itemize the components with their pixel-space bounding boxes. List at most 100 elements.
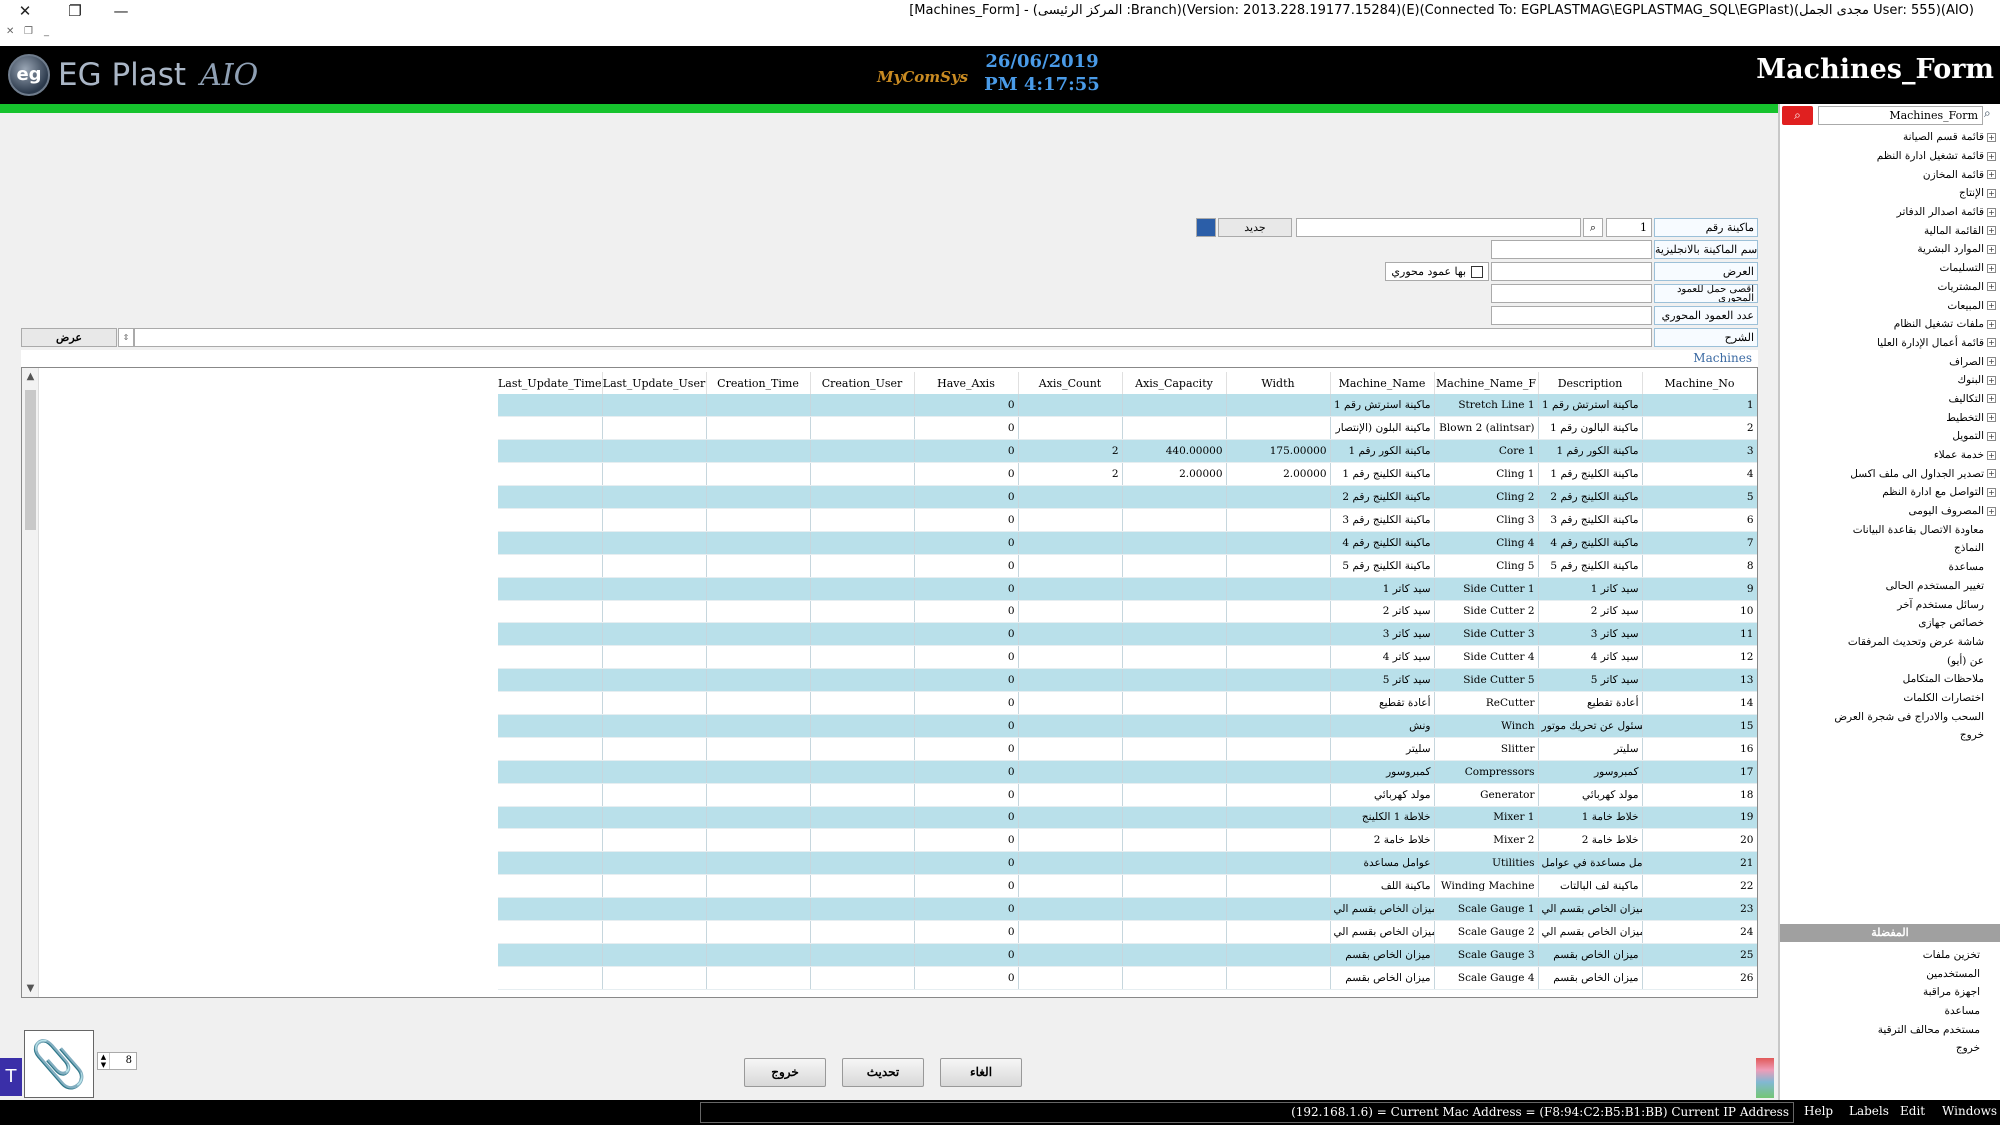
table-cell[interactable] <box>1018 966 1123 990</box>
sidebar-item[interactable]: قائمة قسم الصيانة + <box>1782 128 1996 147</box>
table-cell[interactable] <box>498 783 603 807</box>
table-cell[interactable] <box>498 943 603 967</box>
sidebar-item[interactable]: التمويل + <box>1782 427 1996 446</box>
table-cell[interactable] <box>1018 600 1123 624</box>
table-row[interactable]: 0 عوامل مساعدةUtilitiesعوامل مساعدة في عو… <box>498 851 1757 876</box>
table-cell[interactable] <box>1226 966 1331 990</box>
table-cell[interactable]: خلاط خامة 2 <box>1330 828 1435 853</box>
table-cell[interactable] <box>810 394 915 418</box>
table-cell[interactable]: 2 <box>1018 462 1123 487</box>
table-cell[interactable]: Generator <box>1434 783 1539 807</box>
table-cell[interactable] <box>1122 668 1227 693</box>
table-cell[interactable] <box>1122 577 1227 601</box>
table-cell[interactable] <box>706 714 811 738</box>
table-cell[interactable]: ماكينة الكلينج رقم 5 <box>1538 554 1643 578</box>
table-cell[interactable] <box>602 600 707 624</box>
sidebar-item[interactable]: معاودة الاتصال بقاعدة البيانات <box>1782 520 1996 539</box>
table-cell[interactable] <box>1226 508 1331 532</box>
table-cell[interactable] <box>810 760 915 784</box>
column-header[interactable]: Machine_Name_F <box>1434 372 1539 394</box>
axis-count-input[interactable] <box>1491 306 1652 325</box>
column-header[interactable]: Axis_Count <box>1018 372 1123 394</box>
table-cell[interactable] <box>498 645 603 670</box>
table-cell[interactable]: 0 <box>914 851 1019 876</box>
table-cell[interactable] <box>1122 943 1227 967</box>
table-cell[interactable]: 0 <box>914 577 1019 601</box>
table-cell[interactable] <box>1018 920 1123 944</box>
table-cell[interactable] <box>1122 760 1227 784</box>
table-cell[interactable] <box>498 760 603 784</box>
table-cell[interactable]: Cling 1 <box>1434 462 1539 487</box>
expand-icon[interactable]: + <box>1987 375 1996 385</box>
table-cell[interactable]: 14 <box>1642 691 1757 715</box>
scroll-thumb[interactable] <box>25 390 36 530</box>
table-cell[interactable]: سيد كاتر 1 <box>1538 577 1643 601</box>
table-row[interactable]: 0 2 2.00000 2.00000 ماكينة الكلينج رقم 1 Clin… <box>498 462 1757 487</box>
table-cell[interactable]: 5 <box>1642 485 1757 509</box>
table-cell[interactable] <box>706 691 811 715</box>
table-cell[interactable] <box>498 416 603 441</box>
table-cell[interactable]: 8 <box>1642 554 1757 578</box>
table-cell[interactable]: مسئول عن تحريك موتور <box>1538 714 1643 738</box>
table-cell[interactable]: ReCutter <box>1434 691 1539 715</box>
sidebar-item[interactable]: الموارد البشرية + <box>1782 240 1996 259</box>
table-cell[interactable] <box>498 714 603 738</box>
table-cell[interactable] <box>1018 508 1123 532</box>
table-cell[interactable]: ميزان الخاص بقسم الي <box>1538 897 1643 921</box>
axis-capacity-input[interactable] <box>1491 284 1652 303</box>
table-cell[interactable] <box>1018 783 1123 807</box>
table-row[interactable]: 0 ماكينة اللف Winding Machine ماكينة لف الب… <box>498 874 1757 899</box>
table-row[interactable]: 0 سيد كاتر 1 Side Cutter 1 سيد كاتر 19 <box>498 577 1757 601</box>
column-header[interactable]: Description <box>1538 372 1643 394</box>
table-cell[interactable]: Core 1 <box>1434 439 1539 464</box>
table-cell[interactable] <box>810 531 915 555</box>
table-row[interactable]: 0 سيد كاتر 3 Side Cutter 3 سيد كاتر 3 11 <box>498 622 1757 647</box>
expand-icon[interactable]: + <box>1987 469 1996 479</box>
table-cell[interactable]: 0 <box>914 714 1019 738</box>
column-header[interactable]: Creation_Time <box>706 372 811 394</box>
table-cell[interactable]: ميزان الخاص بقسم <box>1330 966 1435 990</box>
table-cell[interactable] <box>1122 622 1227 647</box>
favorite-item[interactable]: اجهزة مراقبة <box>1780 983 1980 1002</box>
table-cell[interactable]: Cling 5 <box>1434 554 1539 578</box>
table-cell[interactable] <box>1226 600 1331 624</box>
table-cell[interactable]: Side Cutter 1 <box>1434 577 1539 601</box>
table-cell[interactable] <box>602 714 707 738</box>
table-cell[interactable]: 2 <box>1018 439 1123 464</box>
table-cell[interactable] <box>810 943 915 967</box>
table-cell[interactable] <box>1226 828 1331 853</box>
table-cell[interactable]: 0 <box>914 691 1019 715</box>
sidebar-item[interactable]: رسائل مستخدم آخر <box>1782 595 1996 614</box>
table-cell[interactable] <box>498 554 603 578</box>
table-cell[interactable] <box>602 622 707 647</box>
table-cell[interactable] <box>602 485 707 509</box>
table-cell[interactable]: أعادة تقطيع <box>1330 691 1435 715</box>
table-cell[interactable]: Side Cutter 2 <box>1434 600 1539 624</box>
table-cell[interactable]: ماكينة الكلينج رقم 5 <box>1330 554 1435 578</box>
table-cell[interactable]: 0 <box>914 897 1019 921</box>
table-cell[interactable]: 0 <box>914 828 1019 853</box>
table-cell[interactable]: سيد كاتر 1 <box>1330 577 1435 601</box>
table-cell[interactable] <box>1122 600 1227 624</box>
table-cell[interactable] <box>1122 645 1227 670</box>
table-cell[interactable] <box>1226 851 1331 876</box>
description-spinner-icon[interactable]: ⇕ <box>118 328 134 347</box>
table-cell[interactable]: ماكينة الكلينج رقم 2 <box>1538 485 1643 509</box>
sidebar-item[interactable]: قائمة تشغيل ادارة النظم + <box>1782 147 1996 166</box>
mdi-close-icon[interactable]: ✕ <box>6 26 14 37</box>
favorite-item[interactable]: تخزين ملفات <box>1780 946 1980 965</box>
table-cell[interactable] <box>602 760 707 784</box>
table-cell[interactable] <box>706 577 811 601</box>
table-cell[interactable]: 17 <box>1642 760 1757 784</box>
table-cell[interactable]: Side Cutter 3 <box>1434 622 1539 647</box>
table-cell[interactable] <box>498 600 603 624</box>
table-cell[interactable] <box>706 554 811 578</box>
table-cell[interactable] <box>1122 508 1227 532</box>
table-cell[interactable] <box>810 485 915 509</box>
table-cell[interactable] <box>602 508 707 532</box>
sidebar-item[interactable]: خدمة عملاء + <box>1782 446 1996 465</box>
expand-icon[interactable]: + <box>1987 450 1996 460</box>
table-cell[interactable]: 13 <box>1642 668 1757 693</box>
sidebar-item[interactable]: قائمة اصدالر الدفاتر + <box>1782 203 1996 222</box>
table-cell[interactable] <box>810 668 915 693</box>
